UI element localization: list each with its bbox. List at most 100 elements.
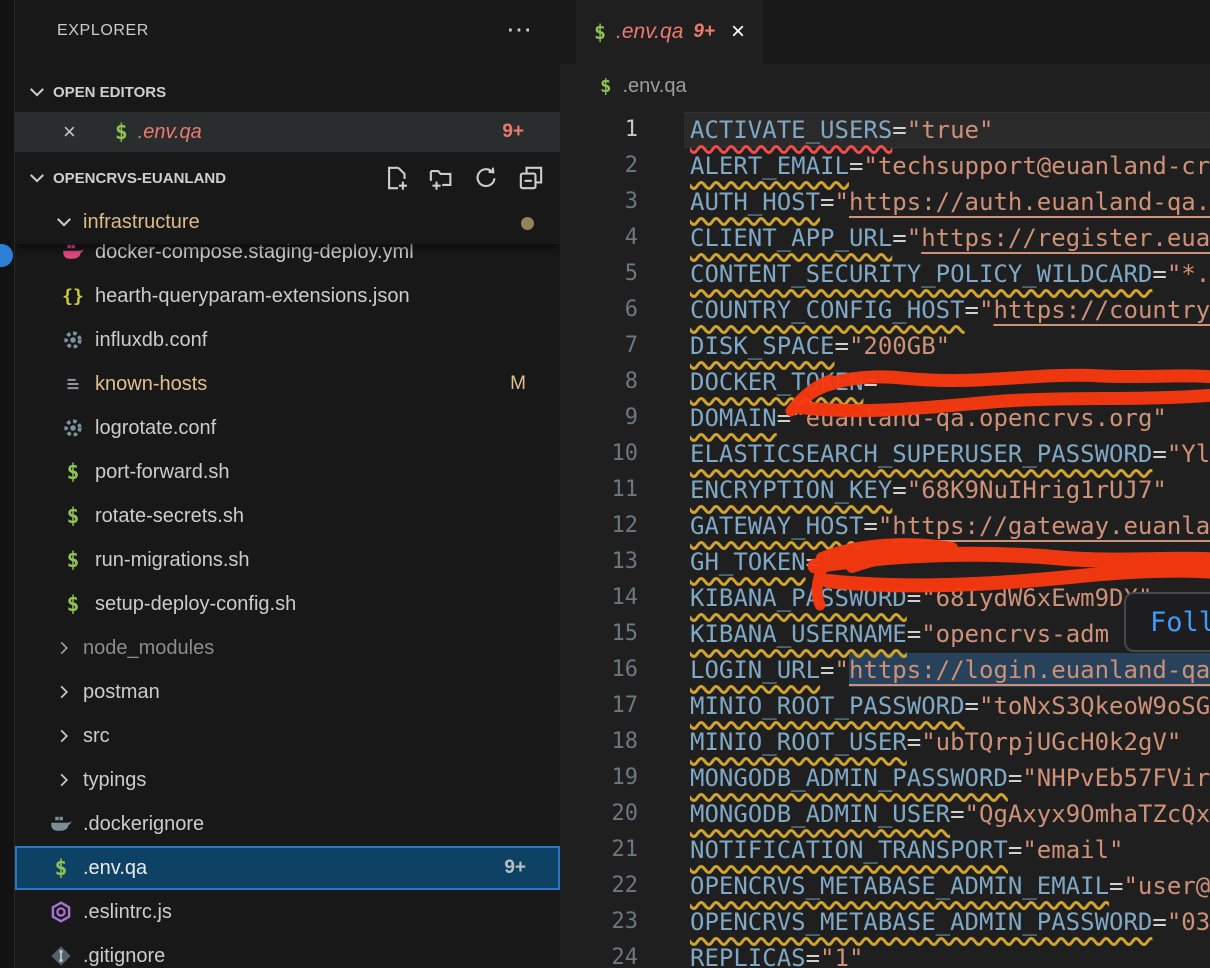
line-number: 5 — [560, 256, 638, 292]
code-line[interactable]: 4CLIENT_APP_URL="https://register.eua — [560, 220, 1210, 256]
line-number: 15 — [560, 616, 638, 652]
shell-file-icon: $ — [60, 548, 86, 572]
line-number: 14 — [560, 580, 638, 616]
sticky-folder-infrastructure[interactable]: infrastructure — [15, 200, 560, 244]
code-line[interactable]: 2ALERT_EMAIL="techsupport@euanland-cr — [560, 148, 1210, 184]
collapse-all-icon[interactable] — [518, 165, 544, 191]
line-number: 8 — [560, 364, 638, 400]
line-number: 1 — [560, 112, 638, 148]
shell-file-icon: $ — [594, 20, 606, 44]
code-line[interactable]: 16LOGIN_URL="https://login.euanland-qa — [560, 652, 1210, 688]
line-number: 4 — [560, 220, 638, 256]
tree-item-gitignore[interactable]: .gitignore — [15, 934, 560, 968]
chevron-down-icon — [53, 212, 75, 232]
code-line-redacted[interactable]: 13GH_TOKEN=" — [560, 544, 1210, 580]
tree-item-label: influxdb.conf — [95, 329, 207, 352]
chevron-down-icon — [27, 82, 47, 102]
code-line[interactable]: 7DISK_SPACE="200GB" — [560, 328, 1210, 364]
tree-item-hearth-json[interactable]: {} hearth-queryparam-extensions.json — [15, 274, 560, 318]
code-line[interactable]: 1ACTIVATE_USERS="true" — [560, 112, 1210, 148]
tree-item-label: rotate-secrets.sh — [95, 505, 244, 528]
tree-item-influxdb-conf[interactable]: influxdb.conf — [15, 318, 560, 362]
code-line[interactable]: 9DOMAIN="euanland-qa.opencrvs.org" — [560, 400, 1210, 436]
tab-filename: .env.qa — [616, 20, 683, 44]
tree-item-eslintrc[interactable]: .eslintrc.js — [15, 890, 560, 934]
close-icon[interactable]: × — [731, 18, 745, 46]
vscode-window: EXPLORER ⋯ OPEN EDITORS × $ .env.qa 9+ O… — [0, 0, 1210, 968]
tree-item-setup-deploy-config[interactable]: $ setup-deploy-config.sh — [15, 582, 560, 626]
code-line[interactable]: 11ENCRYPTION_KEY="68K9NuIHrig1rUJ7" — [560, 472, 1210, 508]
tree-item-label: src — [83, 725, 110, 748]
tree-item-label: postman — [83, 681, 160, 704]
tree-item-src[interactable]: src — [15, 714, 560, 758]
text-lines-icon — [60, 373, 86, 395]
refresh-icon[interactable] — [473, 165, 499, 191]
tree-item-known-hosts[interactable]: known-hosts M — [15, 362, 560, 406]
code-line[interactable]: 24REPLICAS="1" — [560, 940, 1210, 968]
new-file-icon[interactable] — [383, 165, 409, 191]
tree-item-label: .gitignore — [83, 945, 165, 968]
tree-item-typings[interactable]: typings — [15, 758, 560, 802]
tree-item-logrotate-conf[interactable]: logrotate.conf — [15, 406, 560, 450]
code-line[interactable]: 10ELASTICSEARCH_SUPERUSER_PASSWORD="Yl — [560, 436, 1210, 472]
code-line[interactable]: 19MONGODB_ADMIN_PASSWORD="NHPvEb57FVir — [560, 760, 1210, 796]
code-line[interactable]: 5CONTENT_SECURITY_POLICY_WILDCARD="*. — [560, 256, 1210, 292]
tree-item-postman[interactable]: postman — [15, 670, 560, 714]
follow-button[interactable]: Follow — [1124, 592, 1210, 652]
line-number: 9 — [560, 400, 638, 436]
breadcrumb[interactable]: $ .env.qa — [560, 64, 1210, 108]
tree-item-port-forward[interactable]: $ port-forward.sh — [15, 450, 560, 494]
chevron-right-icon — [53, 727, 75, 745]
url-link[interactable]: https://register.eua — [921, 224, 1210, 252]
more-actions-icon[interactable]: ⋯ — [506, 14, 534, 45]
line-number: 3 — [560, 184, 638, 220]
new-folder-icon[interactable] — [428, 165, 454, 191]
shell-file-icon: $ — [48, 856, 74, 880]
shell-file-icon: $ — [115, 120, 128, 144]
url-link[interactable]: https://gateway.euanla — [892, 512, 1210, 540]
tree-item-node-modules[interactable]: node_modules — [15, 626, 560, 670]
code-line[interactable]: 6COUNTRY_CONFIG_HOST="https://country — [560, 292, 1210, 328]
line-number: 12 — [560, 508, 638, 544]
workspace-section-header[interactable]: OPENCRVS-EUANLAND — [15, 156, 560, 200]
code-line[interactable]: 3AUTH_HOST="https://auth.euanland-qa. — [560, 184, 1210, 220]
line-number: 13 — [560, 544, 638, 580]
url-link[interactable]: https://country — [993, 296, 1210, 324]
tree-item-rotate-secrets[interactable]: $ rotate-secrets.sh — [15, 494, 560, 538]
tree-item-label: run-migrations.sh — [95, 549, 250, 572]
tree-item-run-migrations[interactable]: $ run-migrations.sh — [15, 538, 560, 582]
code-line[interactable]: 21NOTIFICATION_TRANSPORT="email" — [560, 832, 1210, 868]
code-line[interactable]: 12GATEWAY_HOST="https://gateway.euanla — [560, 508, 1210, 544]
tree-item-env-qa-selected[interactable]: $ .env.qa 9+ — [15, 846, 560, 890]
code-line[interactable]: 15KIBANA_USERNAME="opencrvs-adm — [560, 616, 1210, 652]
tree-item-label: logrotate.conf — [95, 417, 216, 440]
url-link[interactable]: https://auth.euanland-qa. — [849, 188, 1210, 216]
line-number: 23 — [560, 904, 638, 940]
code-line[interactable]: 20MONGODB_ADMIN_USER="QgAxyx9OmhaTZcQx — [560, 796, 1210, 832]
code-line[interactable]: 18MINIO_ROOT_USER="ubTQrpjUGcH0k2gV" — [560, 724, 1210, 760]
line-number: 22 — [560, 868, 638, 904]
shell-file-icon: $ — [60, 592, 86, 616]
code-area[interactable]: 1ACTIVATE_USERS="true" 2ALERT_EMAIL="tec… — [560, 108, 1210, 968]
code-line[interactable]: 22OPENCRVS_METABASE_ADMIN_EMAIL="user@ — [560, 868, 1210, 904]
tab-env-qa[interactable]: $ .env.qa 9+ × — [576, 0, 763, 64]
shell-file-icon: $ — [60, 460, 86, 484]
open-editor-item[interactable]: × $ .env.qa 9+ — [15, 112, 560, 152]
notification-dot — [0, 244, 13, 267]
config-gear-icon — [60, 329, 86, 351]
url-link[interactable]: https://login.euanland-qa — [849, 656, 1210, 684]
tree-item-dockerignore[interactable]: .dockerignore — [15, 802, 560, 846]
open-editor-filename: .env.qa — [138, 121, 202, 144]
line-number: 7 — [560, 328, 638, 364]
code-line[interactable]: 23OPENCRVS_METABASE_ADMIN_PASSWORD="03 — [560, 904, 1210, 940]
code-line[interactable]: 14KIBANA_PASSWORD="68IydW6xEwm9DX" — [560, 580, 1210, 616]
activity-bar-edge — [0, 0, 15, 968]
tree-item-label: port-forward.sh — [95, 461, 230, 484]
chevron-right-icon — [53, 639, 75, 657]
code-line-redacted[interactable]: 8DOCKER_TOKEN=" — [560, 364, 1210, 400]
code-line[interactable]: 17MINIO_ROOT_PASSWORD="toNxS3QkeoW9oSG — [560, 688, 1210, 724]
close-icon[interactable]: × — [63, 119, 89, 145]
problems-badge: 9+ — [502, 121, 524, 143]
open-editors-section-header[interactable]: OPEN EDITORS — [15, 72, 560, 112]
tree-item-label: .dockerignore — [83, 813, 204, 836]
